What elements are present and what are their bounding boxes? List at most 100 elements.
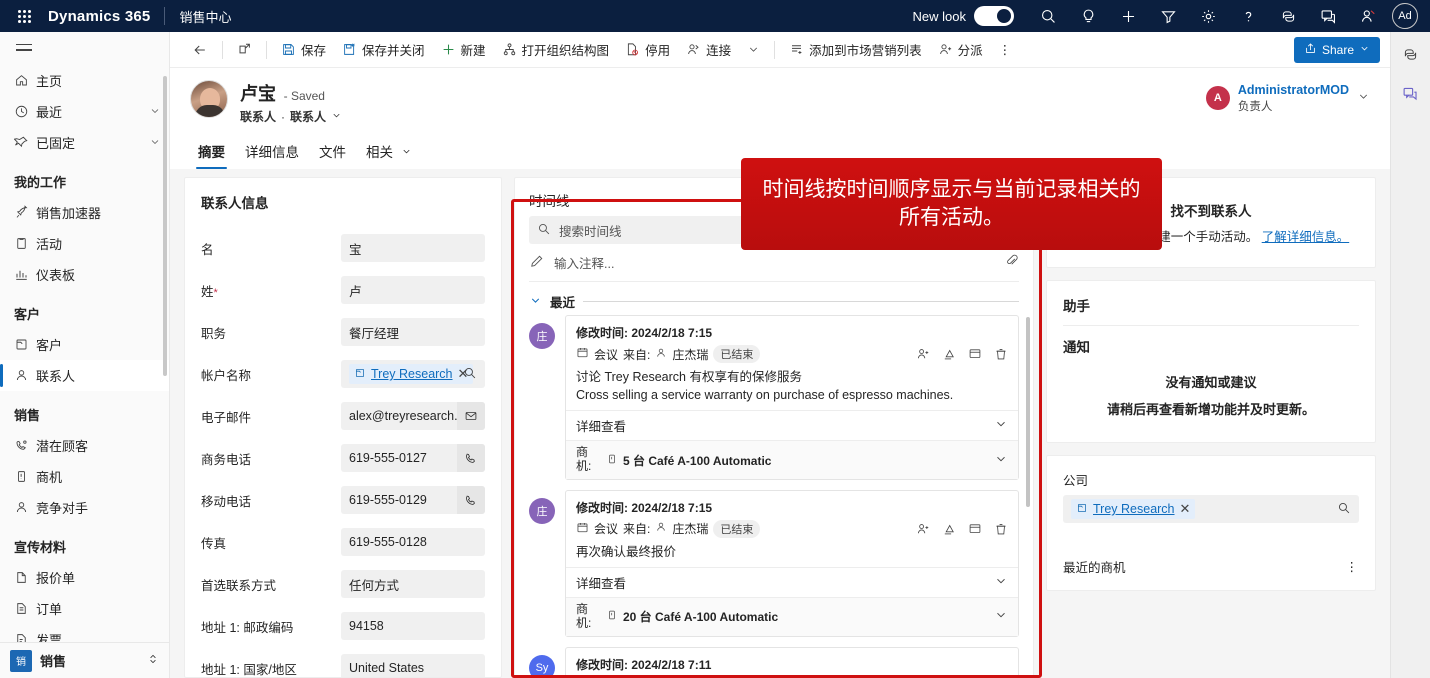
more-options-icon[interactable]: ⋮ — [1346, 559, 1360, 574]
timeline-note-input[interactable]: 输入注释... — [529, 252, 1019, 282]
area-switcher[interactable]: 销 销售 — [0, 642, 169, 678]
lookup-pill[interactable]: Trey Research ✕ — [1071, 499, 1196, 519]
new-look-toggle[interactable] — [974, 6, 1014, 26]
plus-icon[interactable] — [1108, 0, 1148, 32]
filter-icon[interactable] — [1148, 0, 1188, 32]
lookup-pill[interactable]: Trey Research ✕ — [349, 364, 474, 384]
remove-lookup-icon[interactable]: ✕ — [1180, 501, 1191, 517]
record-owner[interactable]: A AdministratorMOD 负责人 — [1205, 82, 1370, 114]
chevron-down-icon[interactable] — [149, 105, 161, 117]
timeline-card[interactable]: 修改时间: 2024/2/18 7:15 会议 来自: — [565, 315, 1019, 480]
timeline-detail-toggle[interactable]: 详细查看 — [566, 410, 1018, 440]
job-title-input[interactable]: 餐厅经理 — [341, 318, 485, 346]
chevron-down-icon[interactable] — [529, 294, 542, 310]
add-user-icon[interactable] — [916, 522, 930, 536]
sidebar-item-opportunities[interactable]: 商机 — [0, 461, 169, 492]
tab-details[interactable]: 详细信息 — [237, 135, 307, 169]
call-icon[interactable] — [457, 444, 485, 472]
timeline-opportunity-row[interactable]: 商机: 20 台 Café A-100 Automatic — [566, 596, 1018, 636]
learn-more-link[interactable]: 了解详细信息。 — [1262, 230, 1350, 244]
user-add-icon[interactable] — [1348, 0, 1388, 32]
search-icon[interactable] — [1028, 0, 1068, 32]
timeline-card[interactable]: 修改时间: 2024/2/18 7:11 电子邮件 来自: — [565, 646, 1019, 677]
sidebar-item-sales-accelerator[interactable]: 销售加速器 — [0, 197, 169, 228]
record-form-name[interactable]: 联系人 — [290, 108, 326, 125]
share-button[interactable]: Share — [1293, 36, 1380, 63]
sidebar-item-home[interactable]: 主页 — [0, 65, 169, 96]
chat-icon[interactable] — [1402, 85, 1419, 102]
sidebar-item-dashboard[interactable]: 仪表板 — [0, 259, 169, 290]
nav-collapse-button[interactable] — [0, 32, 169, 65]
timeline-card[interactable]: 修改时间: 2024/2/18 7:15 会议 来自: — [565, 489, 1019, 637]
copilot-icon[interactable] — [1268, 0, 1308, 32]
note-icon[interactable] — [968, 522, 982, 536]
timeline-scrollbar[interactable] — [1026, 317, 1030, 507]
save-icon — [281, 42, 296, 57]
tab-related[interactable]: 相关 — [358, 135, 420, 169]
sidebar-item-leads[interactable]: 潜在顾客 — [0, 430, 169, 461]
address-zip-input[interactable]: 94158 — [341, 612, 485, 640]
chevron-updown-icon[interactable] — [147, 653, 159, 668]
sidebar-item-pinned[interactable]: 已固定 — [0, 127, 169, 158]
search-icon[interactable] — [1337, 501, 1351, 518]
deactivate-button[interactable]: 停用 — [617, 36, 678, 64]
help-icon[interactable] — [1228, 0, 1268, 32]
chevron-down-icon[interactable] — [1357, 90, 1370, 106]
assign-icon[interactable] — [942, 347, 956, 361]
sidebar-item-competitors[interactable]: 竞争对手 — [0, 492, 169, 523]
popout-button[interactable] — [229, 36, 260, 64]
timeline-opportunity-row[interactable]: 商机: 5 台 Café A-100 Automatic — [566, 440, 1018, 479]
open-org-chart-button[interactable]: 打开组织结构图 — [494, 36, 618, 64]
lightbulb-icon[interactable] — [1068, 0, 1108, 32]
delete-icon[interactable] — [994, 347, 1008, 361]
tab-summary[interactable]: 摘要 — [190, 135, 233, 169]
user-avatar[interactable]: Ad — [1392, 3, 1418, 29]
app-launcher-button[interactable] — [8, 0, 40, 32]
fax-input[interactable]: 619-555-0128 — [341, 528, 485, 556]
mobile-phone-input[interactable]: 619-555-0129 — [341, 486, 485, 514]
more-commands-button[interactable]: ⋮ — [991, 36, 1020, 64]
timeline-group-header[interactable]: 最近 — [529, 292, 1019, 311]
note-icon[interactable] — [968, 347, 982, 361]
delete-icon[interactable] — [994, 522, 1008, 536]
search-icon[interactable] — [463, 366, 477, 383]
feedback-icon[interactable] — [1308, 0, 1348, 32]
company-link[interactable]: Trey Research — [1093, 502, 1175, 516]
add-to-marketing-list-button[interactable]: 添加到市场营销列表 — [781, 36, 930, 64]
email-input[interactable]: alex@treyresearch.... — [341, 402, 485, 430]
add-user-icon[interactable] — [916, 347, 930, 361]
save-button[interactable]: 保存 — [273, 36, 334, 64]
sidebar-item-accounts[interactable]: 客户 — [0, 329, 169, 360]
sidebar-item-recent[interactable]: 最近 — [0, 96, 169, 127]
sidebar-item-invoices[interactable]: 发票 — [0, 624, 169, 642]
account-link[interactable]: Trey Research — [371, 367, 453, 381]
call-icon[interactable] — [457, 486, 485, 514]
send-email-icon[interactable] — [457, 402, 485, 430]
tab-files[interactable]: 文件 — [311, 135, 354, 169]
sidebar-item-contacts[interactable]: 联系人 — [0, 359, 169, 391]
copilot-icon[interactable] — [1402, 46, 1419, 63]
last-name-input[interactable]: 卢 — [341, 276, 485, 304]
sidebar-item-quotes[interactable]: 报价单 — [0, 562, 169, 593]
business-phone-input[interactable]: 619-555-0127 — [341, 444, 485, 472]
preferred-contact-method-select[interactable]: 任何方式 — [341, 570, 485, 598]
company-lookup[interactable]: Trey Research ✕ — [1063, 495, 1359, 523]
sidebar-item-orders[interactable]: 订单 — [0, 593, 169, 624]
account-name-lookup[interactable]: Trey Research ✕ — [341, 360, 485, 388]
chevron-down-icon[interactable] — [149, 136, 161, 148]
chevron-down-icon[interactable] — [331, 110, 342, 124]
address-country-input[interactable]: United States — [341, 654, 485, 677]
first-name-input[interactable]: 宝 — [341, 234, 485, 262]
connect-button[interactable]: 连接 — [678, 36, 739, 64]
new-button[interactable]: 新建 — [433, 36, 494, 64]
timeline-detail-toggle[interactable]: 详细查看 — [566, 566, 1018, 597]
back-button[interactable] — [184, 36, 216, 64]
commandbar-overflow-chevron[interactable] — [739, 36, 768, 64]
gear-icon[interactable] — [1188, 0, 1228, 32]
assign-button[interactable]: 分派 — [930, 36, 991, 64]
save-and-close-button[interactable]: 保存并关闭 — [334, 36, 433, 64]
assign-icon[interactable] — [942, 522, 956, 536]
nav-scrollbar[interactable] — [163, 76, 167, 376]
sidebar-item-activities[interactable]: 活动 — [0, 228, 169, 259]
attachment-icon[interactable] — [1005, 254, 1019, 271]
